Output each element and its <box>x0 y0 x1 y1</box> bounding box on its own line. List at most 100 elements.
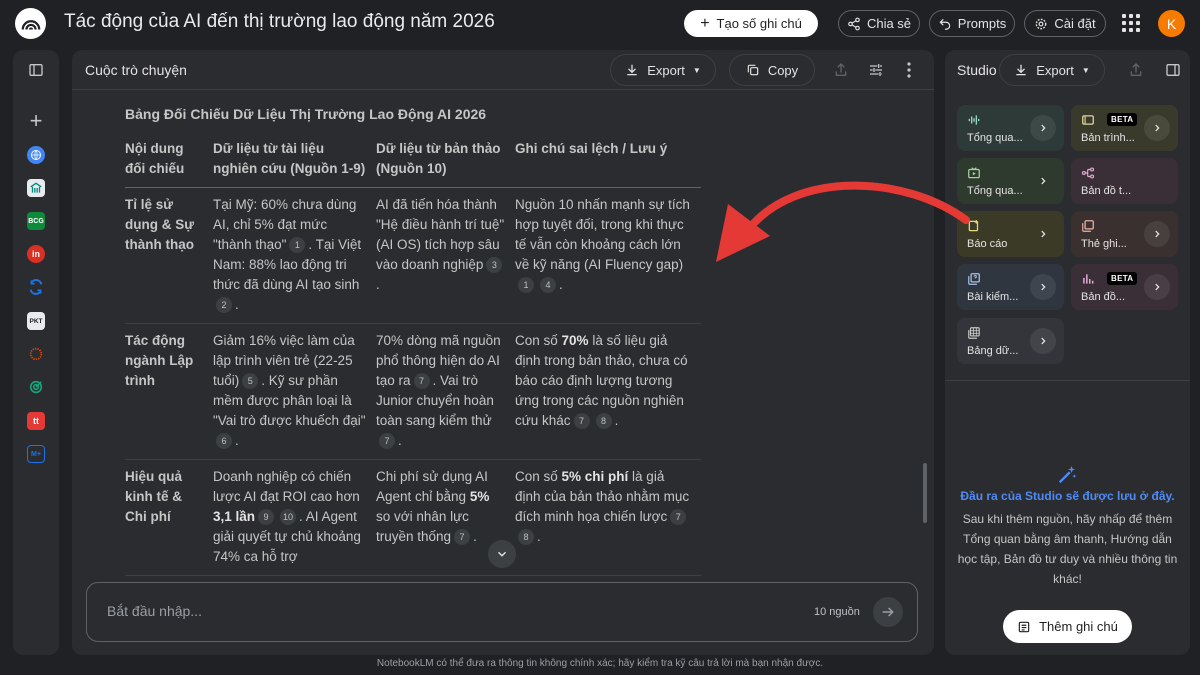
studio-tile-flashcards[interactable]: Thẻ ghi... <box>1071 211 1178 257</box>
column-header: Ghi chú sai lệch / Lưu ý <box>515 135 701 188</box>
collapse-sources-button[interactable] <box>13 62 59 78</box>
video-icon <box>968 167 980 179</box>
notebook-title[interactable]: Tác động của AI đến thị trường lao động … <box>64 11 495 33</box>
studio-tile-report[interactable]: Báo cáo <box>957 211 1064 257</box>
citation-chip[interactable]: 7 <box>670 509 687 525</box>
mindmap-icon <box>1081 167 1095 179</box>
building-icon[interactable] <box>27 179 45 197</box>
studio-tile-data-table[interactable]: Bảng dữ... <box>957 318 1064 364</box>
citation-chip[interactable]: 7 <box>454 529 471 545</box>
chat-header: Cuộc trò chuyện Export ▼ Copy <box>72 50 934 90</box>
ring-logo-icon[interactable] <box>27 345 45 363</box>
cell-text: Con số <box>515 333 562 348</box>
settings-button[interactable]: Cài đặt <box>1024 10 1106 37</box>
caret-down-icon: ▼ <box>692 65 701 75</box>
citation-chip[interactable]: 2 <box>216 297 232 313</box>
panel-right-icon[interactable] <box>1163 60 1183 80</box>
studio-share-icon[interactable] <box>1126 60 1146 80</box>
citation-chip[interactable]: 1 <box>518 277 534 293</box>
studio-tile-quiz[interactable]: Bài kiểm... <box>957 264 1064 310</box>
source-count: 10 nguồn <box>814 606 860 618</box>
notebooklm-logo-icon[interactable] <box>15 8 46 39</box>
beta-badge: BETA <box>1107 113 1138 126</box>
citation-chip[interactable]: 5 <box>242 373 259 389</box>
chevron-right-icon[interactable] <box>1030 221 1056 247</box>
prompts-button[interactable]: Prompts <box>929 10 1015 37</box>
table-row: Tỉ lệ sử dụng & Sự thành thạo Tại Mỹ: 60… <box>125 187 701 324</box>
globe-icon[interactable] <box>27 146 45 164</box>
chevron-right-icon[interactable] <box>1144 115 1170 141</box>
tt-logo-icon[interactable]: tt <box>27 412 45 430</box>
chevron-right-icon[interactable] <box>1144 221 1170 247</box>
add-note-button[interactable]: Thêm ghi chú <box>1003 610 1132 643</box>
note-icon <box>1018 621 1030 632</box>
studio-tile-chart[interactable]: BETA Bản đồ... <box>1071 264 1178 310</box>
cell-bold-text: 5% chi phí <box>561 469 629 484</box>
pkt-logo-icon[interactable]: PKT <box>27 312 45 330</box>
settings-label: Cài đặt <box>1054 16 1096 31</box>
beta-badge: BETA <box>1107 272 1138 285</box>
scroll-down-button[interactable] <box>488 540 516 568</box>
table-icon <box>968 327 980 339</box>
citation-chip[interactable]: 3 <box>486 257 503 273</box>
cell-bold-text: 70% <box>561 333 589 348</box>
studio-title: Studio <box>957 62 997 78</box>
citation-chip[interactable]: 9 <box>258 509 275 525</box>
citation-chip[interactable]: 7 <box>573 413 590 429</box>
studio-tile-slides[interactable]: BETA Bản trình... <box>1071 105 1178 151</box>
scrollbar-thumb[interactable] <box>923 463 927 523</box>
avatar[interactable]: K <box>1158 10 1185 37</box>
cell-bold-text: 5% <box>469 489 490 504</box>
cell-text: AI đã tiến hóa thành "Hệ điều hành trí t… <box>376 197 505 272</box>
chevron-right-icon[interactable] <box>1030 115 1056 141</box>
chevron-right-icon[interactable] <box>1030 328 1056 354</box>
chevron-down-icon <box>498 551 506 557</box>
studio-export-button[interactable]: Export ▼ <box>999 54 1105 86</box>
chat-title: Cuộc trò chuyện <box>85 62 187 78</box>
studio-tile-mindmap[interactable]: Bản đồ t... <box>1071 158 1178 204</box>
new-note-button[interactable]: + Tạo số ghi chú <box>684 10 818 37</box>
chat-messages[interactable]: Bảng Đối Chiếu Dữ Liệu Thị Trường Lao Độ… <box>72 91 934 579</box>
m-logo-icon[interactable]: M+ <box>27 445 45 463</box>
citation-chip[interactable]: 10 <box>280 509 297 525</box>
refresh-logo-icon[interactable] <box>27 278 45 296</box>
chevron-right-icon[interactable] <box>1030 168 1056 194</box>
apps-grid-icon[interactable] <box>1122 14 1140 32</box>
table-cell: Doanh nghiệp có chiến lược AI đạt ROI ca… <box>213 459 376 576</box>
citation-chip[interactable]: 8 <box>595 413 612 429</box>
table-row: Hiệu quả kinh tế & Chi phí Doanh nghiệp … <box>125 459 701 576</box>
cell-text: Con số <box>515 469 562 484</box>
studio-empty-title: Đầu ra của Studio sẽ được lưu ở đây. <box>960 489 1175 503</box>
gear-icon <box>1036 18 1047 29</box>
citation-chip[interactable]: 7 <box>413 373 430 389</box>
magic-wand-icon <box>1058 465 1077 484</box>
citation-chip[interactable]: 4 <box>540 277 556 293</box>
chart-icon <box>1083 274 1094 284</box>
export-button[interactable]: Export ▼ <box>610 54 716 86</box>
share-chat-icon[interactable] <box>831 60 851 80</box>
linkedin-icon[interactable]: in <box>27 245 45 263</box>
target-icon[interactable] <box>27 378 45 396</box>
plus-icon: + <box>700 14 710 32</box>
more-vert-icon[interactable] <box>899 60 919 80</box>
add-source-button[interactable]: + <box>13 110 59 132</box>
chat-input[interactable]: Bắt đầu nhập... <box>107 603 202 619</box>
chevron-right-icon[interactable] <box>1030 274 1056 300</box>
send-button[interactable] <box>873 597 903 627</box>
bcg-logo-icon[interactable]: BCG <box>27 212 45 230</box>
panel-left-icon <box>29 64 43 76</box>
citation-chip[interactable]: 1 <box>289 237 306 253</box>
comparison-table: Nội dung đối chiếu Dữ liệu từ tài liệu n… <box>125 135 701 576</box>
citation-chip[interactable]: 7 <box>379 433 395 449</box>
share-button[interactable]: Chia sẻ <box>838 10 920 37</box>
studio-divider <box>945 380 1190 381</box>
chevron-right-icon[interactable] <box>1144 274 1170 300</box>
caret-down-icon: ▼ <box>1081 65 1090 75</box>
studio-tile-audio-overview[interactable]: Tổng qua... <box>957 105 1064 151</box>
tune-icon[interactable] <box>866 60 886 80</box>
table-title: Bảng Đối Chiếu Dữ Liệu Thị Trường Lao Độ… <box>125 106 487 122</box>
studio-tile-video-overview[interactable]: Tổng qua... <box>957 158 1064 204</box>
citation-chip[interactable]: 6 <box>216 433 232 449</box>
citation-chip[interactable]: 8 <box>518 529 534 545</box>
copy-button[interactable]: Copy <box>729 54 815 86</box>
